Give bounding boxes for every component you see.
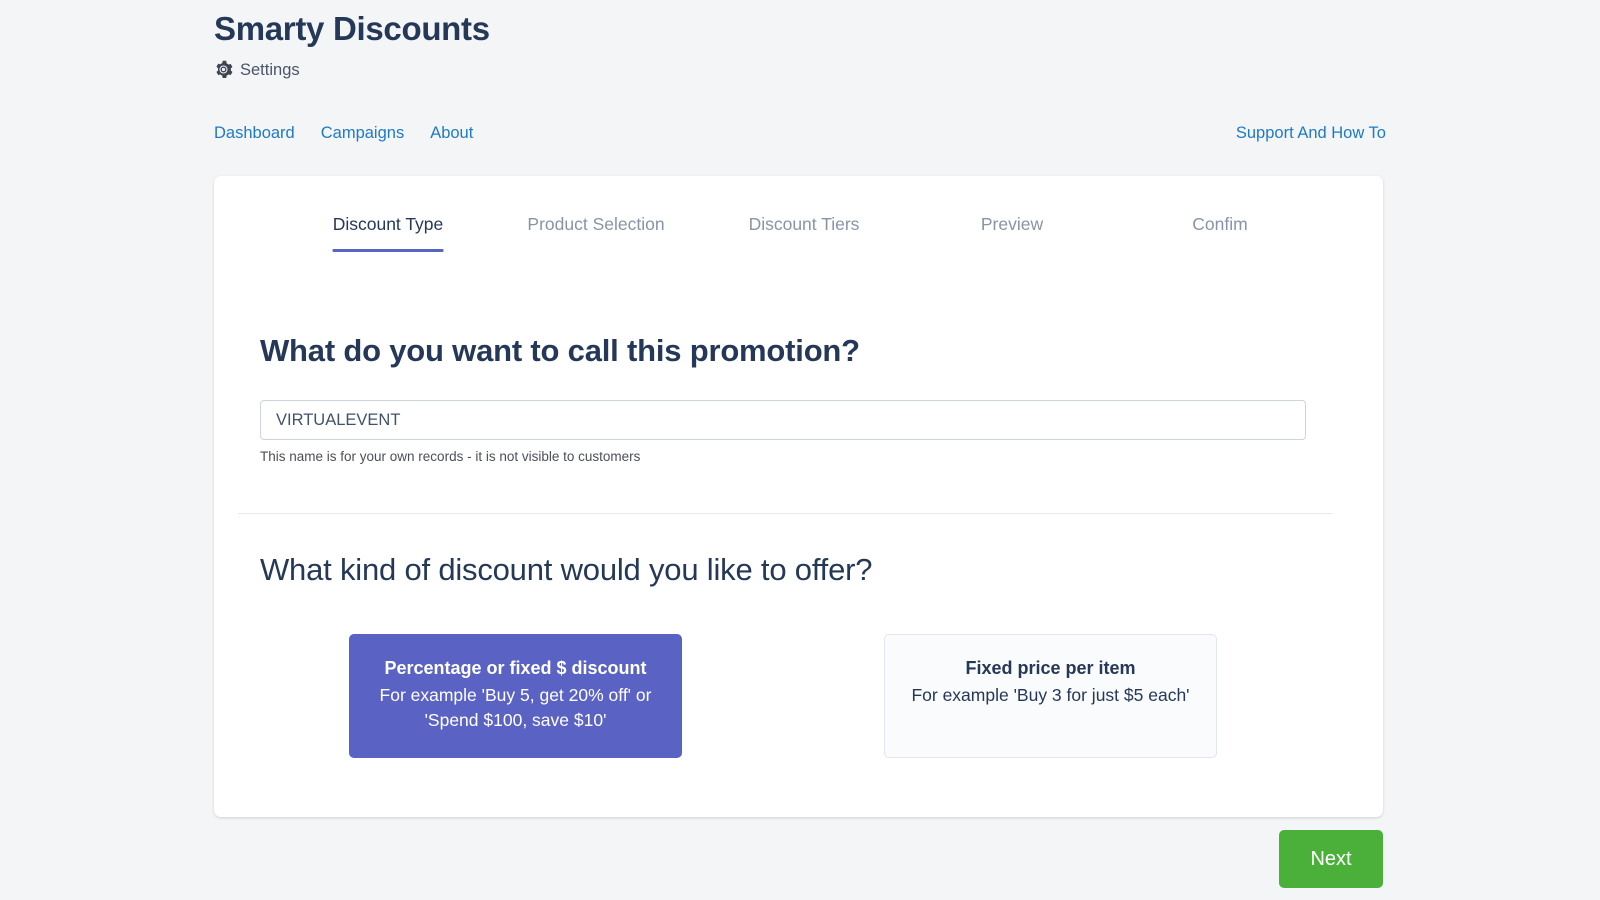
promotion-name-helper-text: This name is for your own records - it i… bbox=[260, 449, 641, 465]
top-navigation: Dashboard Campaigns About Support And Ho… bbox=[214, 124, 1386, 144]
tab-label: Product Selection bbox=[527, 214, 665, 234]
nav-link-campaigns[interactable]: Campaigns bbox=[321, 124, 404, 144]
tab-label: Confim bbox=[1192, 214, 1248, 234]
option-card-percentage-or-fixed-discount[interactable]: Percentage or fixed $ discount For examp… bbox=[349, 634, 682, 759]
settings-label: Settings bbox=[240, 60, 300, 79]
settings-link[interactable]: Settings bbox=[214, 60, 490, 79]
wizard-steps: Discount Type Product Selection Discount… bbox=[284, 214, 1324, 252]
nav-link-dashboard[interactable]: Dashboard bbox=[214, 124, 295, 144]
option-description: For example 'Buy 5, get 20% off' or 'Spe… bbox=[379, 684, 652, 731]
footer-actions: Next bbox=[214, 818, 1383, 888]
app-header: Smarty Discounts Settings bbox=[214, 0, 490, 79]
promotion-name-section: What do you want to call this promotion?… bbox=[260, 332, 1354, 465]
gear-icon bbox=[214, 60, 233, 79]
discount-kind-heading: What kind of discount would you like to … bbox=[260, 552, 873, 587]
nav-link-support-and-how-to[interactable]: Support And How To bbox=[1236, 124, 1386, 142]
discount-kind-options: Percentage or fixed $ discount For examp… bbox=[260, 634, 1354, 759]
promotion-name-heading: What do you want to call this promotion? bbox=[260, 333, 860, 368]
section-divider bbox=[238, 513, 1332, 514]
tab-preview[interactable]: Preview bbox=[908, 214, 1116, 252]
wizard-card: Discount Type Product Selection Discount… bbox=[214, 176, 1383, 817]
nav-links-left: Dashboard Campaigns About bbox=[214, 124, 473, 144]
tab-confirm[interactable]: Confim bbox=[1116, 214, 1324, 252]
tab-product-selection[interactable]: Product Selection bbox=[492, 214, 700, 252]
promotion-name-input[interactable] bbox=[260, 400, 1306, 441]
tab-discount-type[interactable]: Discount Type bbox=[284, 214, 492, 252]
option-title: Fixed price per item bbox=[965, 658, 1136, 679]
nav-links-right: Support And How To bbox=[1236, 124, 1386, 144]
tab-label: Preview bbox=[980, 214, 1044, 234]
tab-discount-tiers[interactable]: Discount Tiers bbox=[700, 214, 908, 252]
option-card-fixed-price-per-item[interactable]: Fixed price per item For example 'Buy 3 … bbox=[884, 634, 1217, 759]
option-title: Percentage or fixed $ discount bbox=[384, 658, 647, 679]
page-title: Smarty Discounts bbox=[214, 10, 490, 47]
tab-label: Discount Type bbox=[332, 214, 444, 234]
tab-label: Discount Tiers bbox=[748, 214, 860, 234]
next-button[interactable]: Next bbox=[1279, 830, 1383, 888]
discount-kind-section: What kind of discount would you like to … bbox=[260, 551, 1354, 759]
option-description: For example 'Buy 3 for just $5 each' bbox=[911, 684, 1190, 705]
nav-link-about[interactable]: About bbox=[430, 124, 473, 144]
